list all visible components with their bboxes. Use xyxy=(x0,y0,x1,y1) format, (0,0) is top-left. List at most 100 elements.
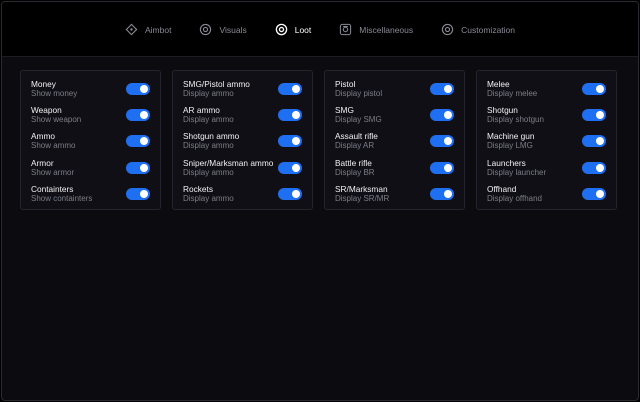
launchers-toggle[interactable] xyxy=(582,161,606,174)
toggle-knob xyxy=(292,189,300,198)
tab-label: Miscellaneous xyxy=(359,24,414,35)
tab-miscellaneous[interactable]: Miscellaneous xyxy=(325,18,427,42)
battle-rifle-toggle[interactable] xyxy=(430,161,454,174)
smg-pistol-ammo-toggle[interactable] xyxy=(278,83,302,96)
toggle-knob xyxy=(596,163,604,172)
setting-row-offhand: Offhand Display offhand xyxy=(487,181,606,207)
melee-toggle[interactable] xyxy=(582,83,606,96)
setting-row-sr-marksman: SR/Marksman Display SR/MR xyxy=(335,181,454,207)
setting-title: Rockets xyxy=(183,183,213,194)
setting-title: Ammo xyxy=(31,131,55,142)
setting-row-containers: Containters Show containters xyxy=(31,181,150,207)
sr-marksman-toggle[interactable] xyxy=(430,187,454,200)
tab-label: Loot xyxy=(294,24,312,35)
setting-title: Melee xyxy=(487,79,510,90)
toggle-knob xyxy=(140,85,148,94)
settings-panel-ammo: SMG/Pistol ammo Display ammo AR ammo Displ… xyxy=(172,70,313,210)
tab-visuals[interactable]: Visuals xyxy=(185,18,260,42)
toggle-knob xyxy=(444,163,452,172)
rockets-toggle[interactable] xyxy=(278,187,302,200)
setting-title: Sniper/Marksman ammo xyxy=(183,157,274,168)
shotgun-ammo-toggle[interactable] xyxy=(278,135,302,148)
setting-title: Machine gun xyxy=(487,131,535,142)
toggle-knob xyxy=(596,189,604,198)
setting-row-battle-rifle: Battle rifle Display BR xyxy=(335,155,454,181)
setting-row-armor: Armor Show armor xyxy=(31,155,150,181)
setting-row-smg: SMG Display SMG xyxy=(335,102,454,128)
setting-description: Show money xyxy=(31,89,78,99)
setting-description: Display offhand xyxy=(487,193,542,203)
tab-aimbot[interactable]: Aimbot xyxy=(111,18,185,42)
setting-description: Display SMG xyxy=(335,115,382,125)
toggle-knob xyxy=(140,111,148,120)
setting-description: Show weapon xyxy=(31,115,82,125)
eye-icon xyxy=(275,23,288,36)
setting-description: Display shotgun xyxy=(487,115,544,125)
tab-label: Customization xyxy=(461,24,515,35)
setting-row-weapon: Weapon Show weapon xyxy=(31,102,150,128)
sniper-ammo-toggle[interactable] xyxy=(278,161,302,174)
setting-title: SR/Marksman xyxy=(335,183,388,194)
setting-row-smg-pistol-ammo: SMG/Pistol ammo Display ammo xyxy=(183,76,302,102)
top-navigation-bar: Aimbot Visuals Loot Miscellaneous Custom… xyxy=(2,2,638,57)
tab-label: Visuals xyxy=(219,24,247,35)
setting-description: Display AR xyxy=(335,141,375,151)
tab-loot[interactable]: Loot xyxy=(261,18,326,42)
setting-description: Display SR/MR xyxy=(335,193,390,203)
toggle-knob xyxy=(292,111,300,120)
setting-title: Launchers xyxy=(487,157,526,168)
setting-row-launchers: Launchers Display launcher xyxy=(487,155,606,181)
setting-row-pistol: Pistol Display pistol xyxy=(335,76,454,102)
tab-customization[interactable]: Customization xyxy=(427,18,529,42)
settings-panel-weapons-2: Melee Display melee Shotgun Display shotgu… xyxy=(476,70,617,210)
pistol-toggle[interactable] xyxy=(430,83,454,96)
armor-toggle[interactable] xyxy=(126,161,150,174)
setting-description: Display ammo xyxy=(183,141,234,151)
setting-row-melee: Melee Display melee xyxy=(487,76,606,102)
setting-title: Weapon xyxy=(31,105,62,116)
setting-title: AR ammo xyxy=(183,105,220,116)
toggle-knob xyxy=(444,137,452,146)
setting-title: Containters xyxy=(31,183,74,194)
machine-gun-toggle[interactable] xyxy=(582,135,606,148)
ar-ammo-toggle[interactable] xyxy=(278,109,302,122)
toggle-knob xyxy=(444,85,452,94)
misc-icon xyxy=(339,23,352,36)
settings-panel-weapons-1: Pistol Display pistol SMG Display SMG Assa… xyxy=(324,70,465,210)
crosshair-icon xyxy=(125,23,138,36)
setting-title: Shotgun xyxy=(487,105,518,116)
setting-row-sniper-ammo: Sniper/Marksman ammo Display ammo xyxy=(183,155,302,181)
eye-icon xyxy=(441,23,454,36)
assault-rifle-toggle[interactable] xyxy=(430,135,454,148)
toggle-knob xyxy=(292,85,300,94)
setting-description: Display melee xyxy=(487,89,538,99)
setting-description: Show containters xyxy=(31,193,93,203)
loot-settings-panels: Money Show money Weapon Show weapon Ammo Sh… xyxy=(20,70,617,210)
weapon-toggle[interactable] xyxy=(126,109,150,122)
setting-description: Display ammo xyxy=(183,167,234,177)
ammo-toggle[interactable] xyxy=(126,135,150,148)
shotgun-toggle[interactable] xyxy=(582,109,606,122)
smg-toggle[interactable] xyxy=(430,109,454,122)
setting-title: SMG xyxy=(335,105,354,116)
setting-title: Shotgun ammo xyxy=(183,131,240,142)
toggle-knob xyxy=(140,163,148,172)
setting-title: Offhand xyxy=(487,183,517,194)
toggle-knob xyxy=(292,137,300,146)
setting-description: Show ammo xyxy=(31,141,76,151)
containers-toggle[interactable] xyxy=(126,187,150,200)
setting-description: Display BR xyxy=(335,167,375,177)
setting-row-ammo: Ammo Show ammo xyxy=(31,128,150,154)
setting-row-ar-ammo: AR ammo Display ammo xyxy=(183,102,302,128)
settings-panel-general: Money Show money Weapon Show weapon Ammo Sh… xyxy=(20,70,161,210)
setting-row-assault-rifle: Assault rifle Display AR xyxy=(335,128,454,154)
app-window: Aimbot Visuals Loot Miscellaneous Custom… xyxy=(1,1,639,401)
setting-description: Display ammo xyxy=(183,193,234,203)
toggle-knob xyxy=(596,85,604,94)
toggle-knob xyxy=(292,163,300,172)
setting-description: Display ammo xyxy=(183,89,234,99)
money-toggle[interactable] xyxy=(126,83,150,96)
offhand-toggle[interactable] xyxy=(582,187,606,200)
setting-row-machine-gun: Machine gun Display LMG xyxy=(487,128,606,154)
toggle-knob xyxy=(596,137,604,146)
